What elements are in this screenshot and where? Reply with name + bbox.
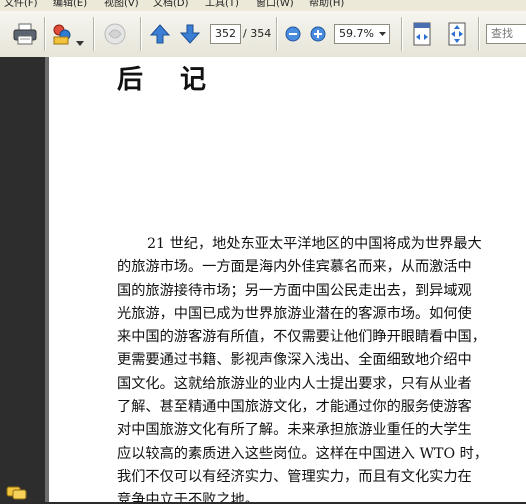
page-title: 后 记 [117, 65, 221, 95]
menu-window[interactable]: 窗口(W) [256, 0, 294, 10]
text-line: 对中国旅游文化有所了解。未来承担旅游业重任的大学生 [117, 422, 472, 439]
print-icon[interactable] [12, 23, 38, 45]
menu-view[interactable]: 视图(V) [104, 0, 139, 10]
next-page-icon[interactable] [179, 24, 201, 44]
document-page: 后 记 21 世纪，地处东亚太平洋地区的中国将成为世界最大 的旅游市场。一方面是… [49, 57, 526, 502]
collaborate-icon[interactable] [50, 23, 74, 45]
previous-page-icon[interactable] [149, 24, 171, 44]
menu-tools[interactable]: 工具(T) [205, 0, 239, 10]
zoom-select[interactable]: 59.7% [334, 24, 390, 44]
menu-document[interactable]: 文档(D) [153, 0, 189, 10]
fit-page-icon[interactable] [445, 22, 469, 46]
text-line: 的旅游市场。一方面是海内外佳宾慕名而来，从而激活中 [117, 259, 472, 276]
text-line: 21 世纪，地处东亚太平洋地区的中国将成为世界最大 [147, 236, 482, 252]
fit-width-icon[interactable] [410, 22, 434, 46]
menu-bar: 文件(F) 编辑(E) 视图(V) 文档(D) 工具(T) 窗口(W) 帮助(H… [0, 0, 526, 11]
zoom-out-icon[interactable] [285, 26, 301, 42]
search-input[interactable]: 查找 [486, 24, 526, 44]
chevron-down-icon[interactable] [76, 32, 84, 46]
toolbar: 352 / 354 59.7% 查找 [0, 11, 526, 58]
text-line: 了解、甚至精通中国旅游文化，才能通过你的服务使游客 [117, 399, 472, 416]
zoom-value: 59.7% [339, 27, 374, 40]
body-text: 21 世纪，地处东亚太平洋地区的中国将成为世界最大 的旅游市场。一方面是海内外佳… [117, 233, 509, 502]
text-line: 竞争中立于不败之地。 [117, 492, 259, 502]
menu-help[interactable]: 帮助(H) [309, 0, 344, 10]
text-line: 来中国的游客游有所值，不仅需要让他们睁开眼睛看中国， [117, 329, 486, 346]
navigation-panel [0, 57, 45, 502]
text-line: 应以较高的素质进入这些岗位。这样在中国进入 WTO 时， [117, 445, 489, 462]
comments-icon[interactable] [6, 485, 28, 500]
page-count: / 354 [243, 27, 272, 40]
text-line: 更需要通过书籍、影视声像深入浅出、全面细致地介绍中 [117, 352, 472, 369]
text-line: 光旅游，中国已成为世界旅游业潜在的客源市场。如何使 [117, 305, 472, 322]
chevron-down-icon [379, 32, 386, 36]
page-number-input[interactable]: 352 [210, 24, 241, 44]
text-line: 我们不仅可以有经济实力、管理实力，而且有文化实力在 [117, 468, 472, 485]
text-line: 国的旅游接待市场；另一方面中国公民走出去，到异域观 [117, 282, 472, 299]
menu-edit[interactable]: 编辑(E) [53, 0, 87, 10]
text-line: 国文化。这就给旅游业的业内人士提出要求，只有从业者 [117, 375, 472, 392]
hand-tool-icon[interactable] [101, 21, 129, 47]
zoom-in-icon[interactable] [310, 26, 326, 42]
menu-file[interactable]: 文件(F) [4, 0, 38, 10]
